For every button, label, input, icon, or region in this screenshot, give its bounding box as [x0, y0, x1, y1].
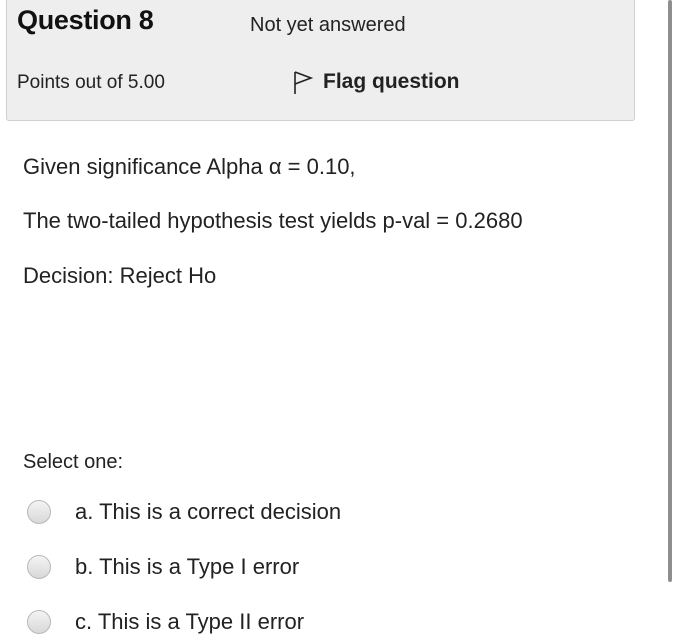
question-info-panel: Question 8 Not yet answered Points out o…: [6, 0, 635, 121]
flag-question-label: Flag question: [323, 70, 460, 93]
answer-option-a[interactable]: a. This is a correct decision: [27, 499, 341, 525]
quiz-page: Question 8 Not yet answered Points out o…: [0, 0, 677, 644]
flag-icon: [294, 71, 314, 94]
radio-button[interactable]: [27, 500, 51, 524]
radio-button[interactable]: [27, 610, 51, 634]
answer-option-b[interactable]: b. This is a Type I error: [27, 554, 299, 580]
answer-option-label: c. This is a Type II error: [75, 609, 305, 634]
question-text-line: Given significance Alpha α = 0.10,: [23, 154, 356, 179]
scrollbar[interactable]: [668, 0, 672, 582]
question-title: Question 8: [17, 5, 154, 35]
radio-button[interactable]: [27, 555, 51, 579]
question-points: Points out of 5.00: [17, 72, 165, 93]
flag-question-button[interactable]: Flag question: [292, 69, 460, 95]
question-text-line: The two-tailed hypothesis test yields p-…: [23, 208, 523, 233]
answer-option-label: a. This is a correct decision: [75, 499, 342, 524]
question-status: Not yet answered: [250, 14, 406, 36]
answer-option-label: b. This is a Type I error: [75, 554, 300, 579]
question-text-line: Decision: Reject Ho: [23, 263, 217, 288]
answer-prompt: Select one:: [23, 451, 124, 473]
answer-option-c[interactable]: c. This is a Type II error: [27, 609, 304, 635]
